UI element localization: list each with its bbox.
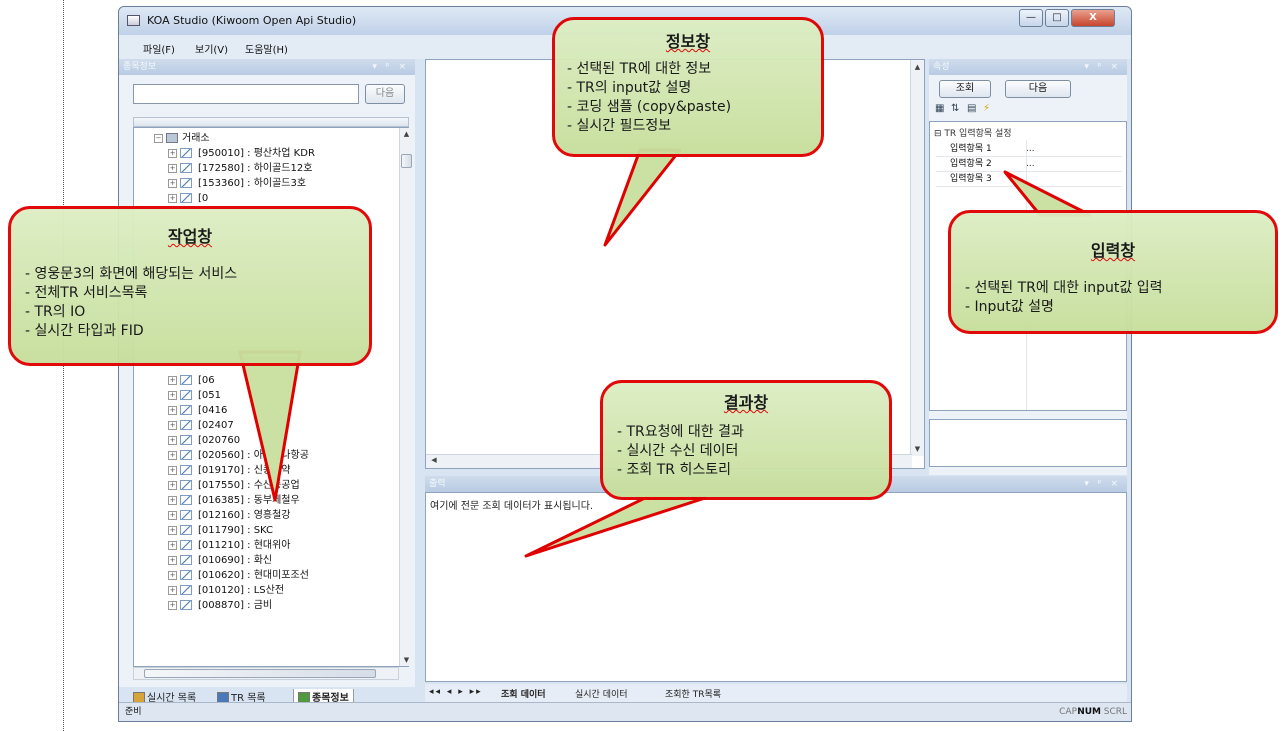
work-callout-tail bbox=[238, 350, 302, 502]
info-line: - TR의 input값 설명 bbox=[567, 80, 692, 96]
result-line: - TR요청에 대한 결과 bbox=[617, 424, 744, 440]
input-callout-lines: - 선택된 TR에 대한 input값 입력 - Input값 설명 bbox=[965, 279, 1163, 317]
input-callout-title: 입력창 bbox=[1090, 241, 1136, 260]
info-callout-tail bbox=[603, 148, 682, 247]
result-callout-title: 결과창 bbox=[723, 393, 769, 412]
result-line: - 실시간 수신 데이터 bbox=[617, 443, 739, 459]
work-line: - 영웅문3의 화면에 해당되는 서비스 bbox=[25, 266, 238, 282]
work-line: - 실시간 타입과 FID bbox=[25, 323, 144, 339]
work-callout-title: 작업창 bbox=[167, 227, 213, 246]
work-callout-lines: - 영웅문3의 화면에 해당되는 서비스 - 전체TR 서비스목록 - TR의 … bbox=[25, 265, 237, 341]
result-callout-tail bbox=[524, 496, 707, 558]
work-line: - TR의 IO bbox=[25, 304, 86, 320]
input-callout-tail bbox=[1003, 170, 1092, 217]
info-line: - 선택된 TR에 대한 정보 bbox=[567, 61, 712, 77]
info-callout-title: 정보창 bbox=[665, 32, 711, 51]
info-callout: 정보창 - 선택된 TR에 대한 정보 - TR의 input값 설명 - 코딩… bbox=[552, 17, 824, 157]
info-line: - 코딩 샘플 (copy&paste) bbox=[567, 99, 732, 115]
input-line: - 선택된 TR에 대한 input값 입력 bbox=[965, 280, 1163, 296]
result-callout-lines: - TR요청에 대한 결과 - 실시간 수신 데이터 - 조회 TR 히스토리 bbox=[617, 423, 744, 480]
info-line: - 실시간 필드정보 bbox=[567, 118, 672, 134]
result-callout: 결과창 - TR요청에 대한 결과 - 실시간 수신 데이터 - 조회 TR 히… bbox=[600, 380, 892, 500]
work-line: - 전체TR 서비스목록 bbox=[25, 285, 148, 301]
input-callout: 입력창 - 선택된 TR에 대한 input값 입력 - Input값 설명 bbox=[948, 210, 1278, 334]
input-line: - Input값 설명 bbox=[965, 299, 1054, 315]
result-line: - 조회 TR 히스토리 bbox=[617, 462, 731, 478]
info-callout-lines: - 선택된 TR에 대한 정보 - TR의 input값 설명 - 코딩 샘플 … bbox=[567, 60, 731, 136]
work-callout: 작업창 - 영웅문3의 화면에 해당되는 서비스 - 전체TR 서비스목록 - … bbox=[8, 206, 372, 366]
